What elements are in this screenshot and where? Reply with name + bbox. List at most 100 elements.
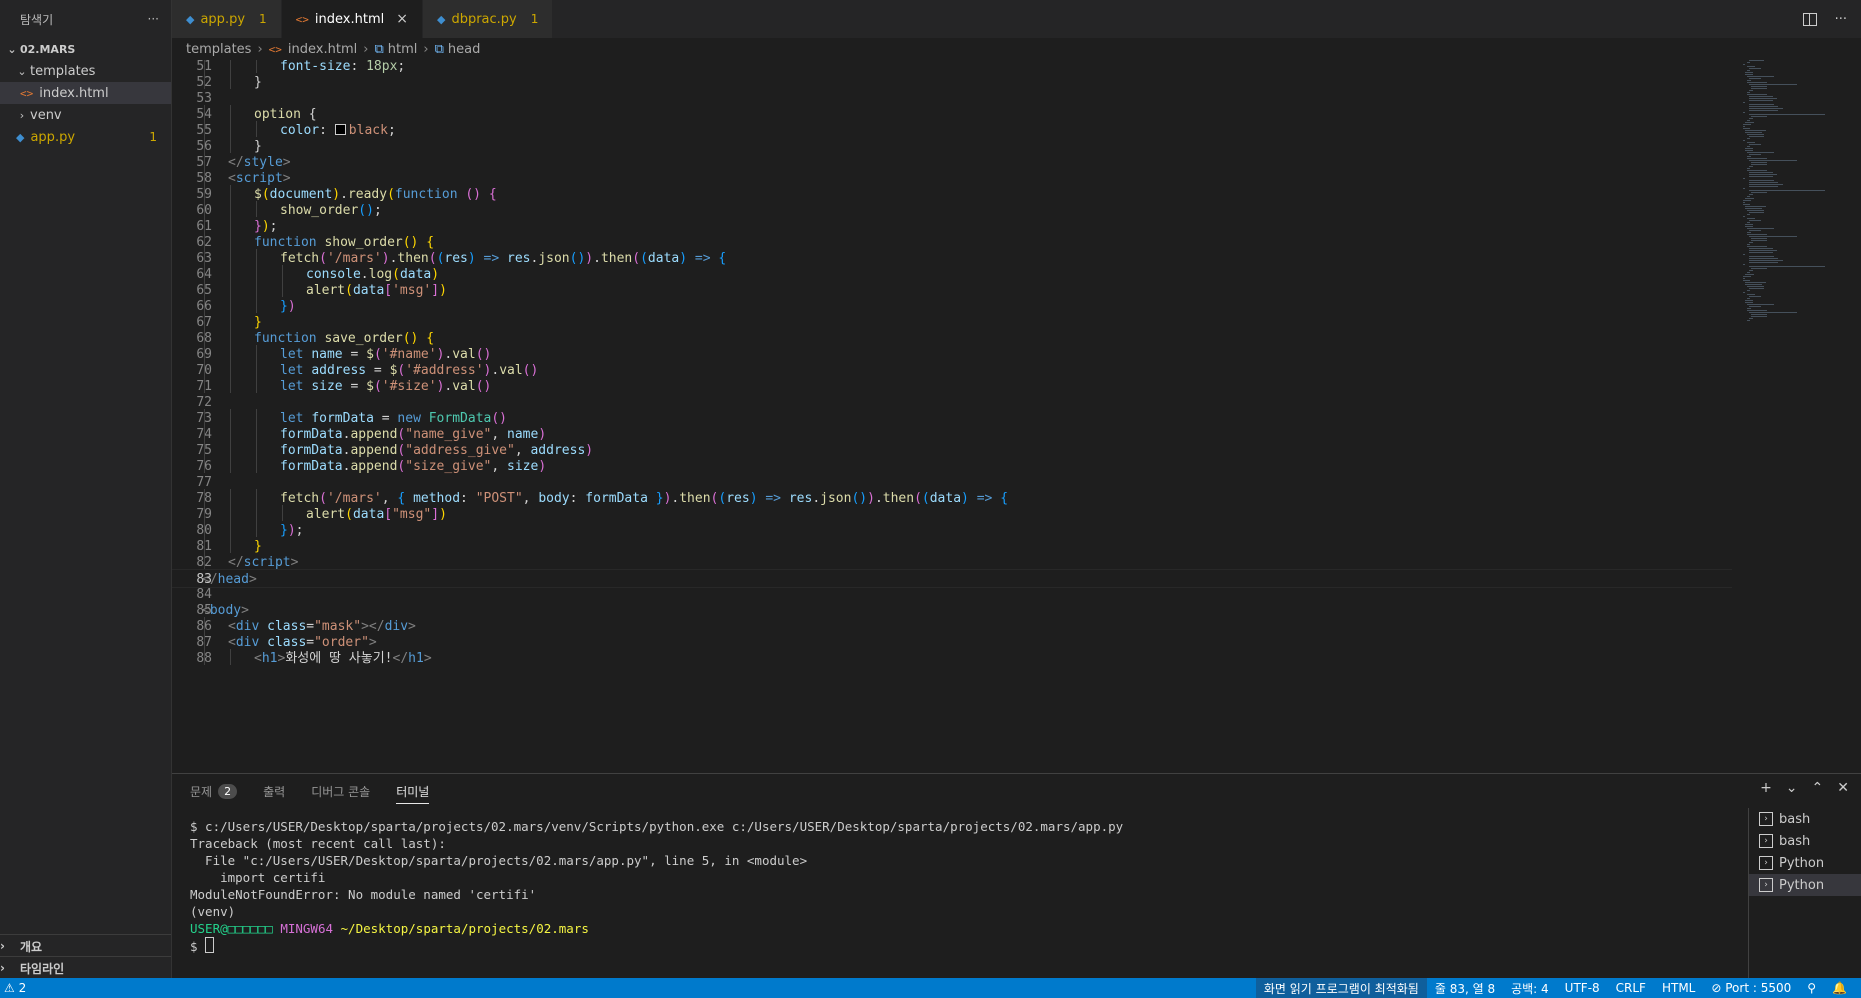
python-file-icon: ◆ xyxy=(16,130,25,144)
code-token: let xyxy=(280,347,304,362)
code-token: ) xyxy=(439,283,447,298)
code-token: 화성에 땅 사놓기! xyxy=(285,651,393,666)
indent-guide xyxy=(230,345,231,361)
new-terminal-icon[interactable]: + xyxy=(1760,780,1772,796)
code-token: , xyxy=(381,491,398,506)
indent-guide xyxy=(256,441,257,457)
tab-app-py[interactable]: ◆ app.py 1 xyxy=(172,0,282,38)
tree-item-index-html[interactable]: <> index.html xyxy=(0,82,171,104)
tab-debug-console[interactable]: 디버그 콘솔 xyxy=(311,774,370,808)
code-token: , xyxy=(491,427,507,442)
minimap-line xyxy=(1747,286,1765,287)
indent-guide xyxy=(204,553,205,569)
indent-guide xyxy=(204,441,205,457)
code-token: fetch xyxy=(280,251,320,266)
tree-item-venv[interactable]: › venv xyxy=(0,104,171,126)
code-token: ( xyxy=(319,251,327,266)
language-mode[interactable]: HTML xyxy=(1654,981,1703,995)
minimap[interactable] xyxy=(1740,60,1850,771)
tab-problems[interactable]: 문제 2 xyxy=(190,774,238,808)
minimap-line xyxy=(1747,246,1768,247)
code-token: json xyxy=(820,491,852,506)
code-token: "name_give" xyxy=(405,427,492,442)
code-line[interactable]: 88<h1>화성에 땅 사놓기!</h1> xyxy=(172,649,1732,668)
code-token: formData xyxy=(280,443,343,458)
terminal-cursor[interactable] xyxy=(205,937,215,953)
outline-section[interactable]: › 개요 xyxy=(0,934,171,957)
explorer-root-folder[interactable]: ⌄ 02.MARS xyxy=(0,38,171,60)
code-token: = xyxy=(373,411,398,426)
more-actions-icon[interactable]: ··· xyxy=(1835,12,1847,27)
indentation[interactable]: 공백: 4 xyxy=(1503,980,1557,997)
live-server-port[interactable]: ⊘ Port : 5500 xyxy=(1703,981,1799,995)
indent-guide xyxy=(282,265,283,281)
tree-item-templates[interactable]: ⌄ templates xyxy=(0,60,171,82)
more-actions-icon[interactable]: ··· xyxy=(148,12,159,26)
code-editor[interactable]: 51font-size: 18px;52}5354option {55color… xyxy=(172,60,1742,771)
indent-guide xyxy=(230,489,231,505)
indent-guide xyxy=(204,60,205,73)
code-token: ) xyxy=(679,251,688,266)
code-token: save_order xyxy=(324,331,403,346)
code-token: formData xyxy=(280,459,343,474)
code-token: body xyxy=(209,603,242,618)
minimap-line xyxy=(1747,244,1750,245)
split-editor-icon[interactable] xyxy=(1802,12,1817,26)
code-token: ( xyxy=(319,491,327,506)
indent-guide xyxy=(204,345,205,361)
screen-reader-status[interactable]: 화면 읽기 프로그램이 최적화됨 xyxy=(1255,978,1427,998)
encoding[interactable]: UTF-8 xyxy=(1557,981,1608,995)
tab-dbprac-py[interactable]: ◆ dbprac.py 1 xyxy=(422,0,554,38)
indent-guide xyxy=(230,73,231,89)
code-token: => xyxy=(483,251,500,266)
chevron-down-icon[interactable]: ⌄ xyxy=(1786,780,1798,796)
maximize-panel-icon[interactable]: ⌃ xyxy=(1812,780,1824,796)
minimap-line xyxy=(1743,102,1745,103)
indent-guide xyxy=(204,201,205,217)
tree-item-app-py[interactable]: ◆ app.py 1 xyxy=(0,126,171,148)
color-swatch-icon[interactable] xyxy=(334,124,346,135)
cursor-position[interactable]: 줄 83, 열 8 xyxy=(1427,980,1503,997)
close-icon[interactable]: × xyxy=(396,11,408,27)
breadcrumb-item[interactable]: index.html xyxy=(288,42,357,57)
status-problems[interactable]: ⚠ 2 xyxy=(4,981,26,995)
minimap-line xyxy=(1751,86,1767,87)
close-icon[interactable]: ✕ xyxy=(1837,780,1849,796)
code-token: log xyxy=(368,267,393,282)
terminal-instance-python[interactable]: › Python xyxy=(1749,874,1861,896)
code-token: res xyxy=(788,491,813,506)
indent-guide xyxy=(204,457,205,473)
tab-index-html[interactable]: <> index.html × xyxy=(281,0,423,38)
code-token: data xyxy=(399,267,432,282)
html-icon: <> xyxy=(295,12,309,26)
indent-guide xyxy=(256,201,257,217)
terminal-instance-python[interactable]: › Python xyxy=(1749,852,1861,874)
terminal-instance-bash[interactable]: › bash xyxy=(1749,808,1861,830)
code-token: "order" xyxy=(314,635,369,650)
minimap-line xyxy=(1747,196,1750,197)
terminal-instance-bash[interactable]: › bash xyxy=(1749,830,1861,852)
minimap-line xyxy=(1743,126,1745,127)
terminal-output[interactable]: $ c:/Users/USER/Desktop/sparta/projects/… xyxy=(190,818,1740,954)
python-icon: ◆ xyxy=(186,12,195,26)
tab-label: 디버그 콘솔 xyxy=(311,784,371,799)
breadcrumb-item[interactable]: head xyxy=(448,42,480,57)
minimap-line xyxy=(1747,310,1768,311)
timeline-section[interactable]: › 타임라인 xyxy=(0,956,171,979)
breadcrumb-item[interactable]: html xyxy=(388,42,418,57)
minimap-line xyxy=(1749,288,1764,289)
tab-terminal[interactable]: 터미널 xyxy=(396,774,430,808)
line-ending[interactable]: CRLF xyxy=(1608,981,1654,995)
code-token: "size_give" xyxy=(405,459,492,474)
breadcrumb-item[interactable]: templates xyxy=(186,42,251,57)
element-icon: ⧉ xyxy=(374,41,384,57)
tab-output[interactable]: 출력 xyxy=(263,774,285,808)
indent-guide xyxy=(256,281,257,297)
minimap-line xyxy=(1743,264,1745,265)
notifications-icon[interactable]: 🔔 xyxy=(1824,981,1855,995)
feedback-icon[interactable]: ⚲ xyxy=(1799,981,1824,995)
